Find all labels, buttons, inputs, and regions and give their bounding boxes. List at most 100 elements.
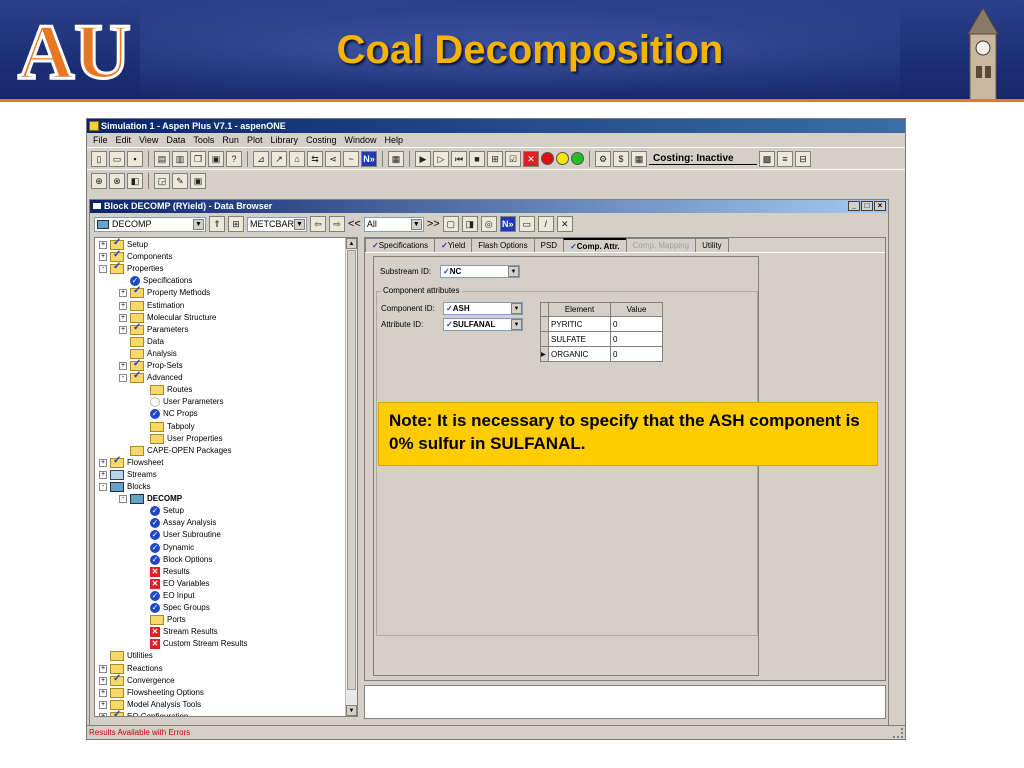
menu-view[interactable]: View [135, 133, 162, 147]
tree-item[interactable]: User Parameters [139, 396, 223, 408]
delete-icon[interactable]: ✕ [556, 216, 573, 232]
nav-forward-button[interactable]: >> [427, 218, 440, 230]
settings-icon[interactable]: ⊗ [109, 172, 125, 189]
next-icon[interactable]: N» [499, 216, 516, 232]
tree-item[interactable]: + Components [99, 249, 172, 263]
expand-icon[interactable]: + [99, 712, 107, 716]
expand-icon[interactable]: + [119, 289, 127, 298]
costing-map-icon[interactable]: ▩ [759, 150, 775, 167]
tree-item[interactable]: Utilities [99, 650, 153, 662]
flowsheet-icon[interactable]: ⊿ [253, 150, 269, 167]
collapse-icon[interactable]: - [99, 483, 107, 491]
expand-icon[interactable]: + [99, 664, 107, 673]
print-icon[interactable]: ▤ [154, 150, 170, 167]
tree-item[interactable]: + Flowsheet [99, 455, 163, 469]
clear-icon[interactable]: ▭ [518, 216, 535, 232]
costing-list-icon[interactable]: ≡ [777, 150, 793, 167]
tab-psd[interactable]: PSD [533, 238, 565, 252]
collapse-icon[interactable]: - [119, 374, 127, 383]
substream-select[interactable]: ✓NC ▼ [440, 265, 520, 278]
tree-item[interactable]: + Streams [99, 469, 157, 481]
menu-tools[interactable]: Tools [189, 133, 218, 147]
scroll-down-icon[interactable]: ▼ [346, 705, 357, 716]
tab-comp-mapping[interactable]: Comp. Mapping [625, 238, 697, 252]
tree-item[interactable]: - Advanced [119, 370, 183, 384]
pfd-icon[interactable]: ⇆ [307, 150, 323, 167]
tree-scrollbar[interactable]: ▲ ▼ [345, 238, 357, 716]
new-file-icon[interactable]: ▯ [91, 150, 107, 167]
menu-library[interactable]: Library [266, 133, 302, 147]
help-pointer-icon[interactable]: ? [226, 150, 242, 167]
tree-item[interactable]: - Blocks [99, 481, 151, 493]
filter-select[interactable]: All ▼ [363, 216, 424, 232]
tree-item[interactable]: - DECOMP [119, 493, 182, 505]
grid-cell-value[interactable]: 0 [610, 346, 663, 362]
open-folder-icon[interactable]: ▭ [109, 150, 125, 167]
plot-wizard-icon[interactable]: ◲ [154, 172, 170, 189]
rewind-icon[interactable]: ⏮ [451, 150, 467, 167]
collapse-icon[interactable]: - [119, 495, 127, 504]
menu-help[interactable]: Help [381, 133, 408, 147]
menu-window[interactable]: Window [340, 133, 380, 147]
maximize-icon[interactable]: □ [861, 201, 873, 211]
nav-back-button[interactable]: << [348, 218, 361, 230]
expand-icon[interactable]: + [99, 700, 107, 709]
edit-plot-icon[interactable]: ✎ [172, 172, 188, 189]
menu-edit[interactable]: Edit [112, 133, 136, 147]
tree-item[interactable]: + Convergence [99, 673, 175, 687]
notes-icon[interactable]: ▢ [442, 216, 459, 232]
check-results-icon[interactable]: ☑ [505, 150, 521, 167]
tree-item[interactable]: + Prop-Sets [119, 358, 183, 372]
menu-data[interactable]: Data [162, 133, 189, 147]
status-icon[interactable]: ◨ [461, 216, 478, 232]
tree-item[interactable]: + Setup [99, 238, 148, 251]
tree-item[interactable]: User Properties [139, 433, 223, 445]
tab-specifications[interactable]: ✓Specifications [365, 238, 436, 252]
resize-grip-icon[interactable] [893, 728, 903, 738]
close-icon[interactable]: × [874, 201, 886, 211]
grid-cell-value[interactable]: 0 [610, 331, 663, 347]
expand-icon[interactable]: + [99, 458, 107, 467]
paste-icon[interactable]: ▣ [208, 150, 224, 167]
up-level-icon[interactable]: ⇑ [209, 216, 225, 232]
tab-yield[interactable]: ✓Yield [434, 238, 473, 252]
tree-item[interactable]: Data [119, 336, 164, 348]
comments-icon[interactable]: ◎ [480, 216, 497, 232]
green-status-icon[interactable] [571, 152, 584, 165]
minimize-icon[interactable]: _ [848, 201, 860, 211]
tree-item[interactable]: Tabpoly [139, 421, 195, 433]
reinit-icon[interactable]: ⊞ [487, 150, 503, 167]
collapse-icon[interactable]: - [99, 265, 107, 274]
save-icon[interactable]: ▪ [127, 150, 143, 167]
scroll-thumb[interactable] [347, 250, 356, 690]
tree-item[interactable]: ✓ Spec Groups [139, 602, 210, 614]
tree-item[interactable]: ✓ NC Props [139, 408, 198, 420]
expand-icon[interactable]: + [99, 241, 107, 249]
curve-icon[interactable]: ~ [343, 150, 359, 167]
menu-file[interactable]: File [89, 133, 112, 147]
costing-status[interactable]: Costing: Inactive [649, 153, 757, 165]
expand-icon[interactable]: + [99, 688, 107, 697]
expand-icon[interactable]: + [99, 253, 107, 262]
tree-item[interactable]: ✓ Dynamic [139, 542, 194, 554]
tree-item[interactable]: ✕ Results [139, 566, 190, 578]
step-icon[interactable]: ▷ [433, 150, 449, 167]
next-icon[interactable]: N» [361, 150, 377, 167]
tab-utility[interactable]: Utility [695, 238, 729, 252]
back-arrow-icon[interactable]: ⇦ [310, 216, 326, 232]
forward-arrow-icon[interactable]: ⇨ [329, 216, 345, 232]
block-icon[interactable]: ⌂ [289, 150, 305, 167]
expand-icon[interactable]: + [119, 313, 127, 322]
tree-item[interactable]: ✓ EO Input [139, 590, 195, 602]
tree-item[interactable]: Analysis [119, 348, 177, 360]
image-icon[interactable]: ▣ [190, 172, 206, 189]
tree-item[interactable]: + Flowsheeting Options [99, 687, 204, 699]
tree-item[interactable]: + Reactions [99, 663, 163, 675]
tab-flash-options[interactable]: Flash Options [471, 238, 535, 252]
grid-cell-value[interactable]: 0 [610, 316, 663, 332]
tree-item[interactable]: + Estimation [119, 300, 184, 312]
reconnect-icon[interactable]: ⋖ [325, 150, 341, 167]
expand-icon[interactable]: + [99, 676, 107, 685]
hierarchy-icon[interactable]: ⊞ [228, 216, 244, 232]
copy-icon[interactable]: ❐ [190, 150, 206, 167]
